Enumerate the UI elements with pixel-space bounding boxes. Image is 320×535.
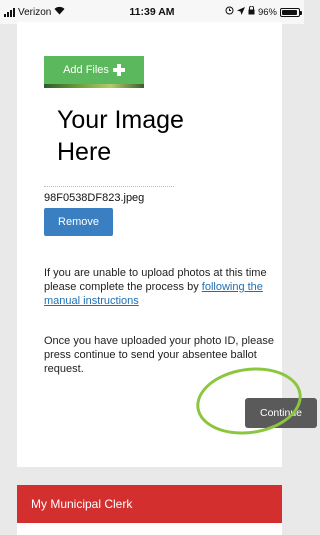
battery-percent: 96% [257, 6, 277, 18]
cutoff-text [39, 22, 259, 28]
status-bar: Verizon 11:39 AM 96% [0, 0, 304, 24]
image-placeholder-line2: Here [57, 138, 112, 166]
image-placeholder-line1: Your Image [57, 106, 184, 134]
plus-icon [112, 64, 125, 76]
uploaded-file-name: 98F0538DF823.jpeg [44, 192, 145, 204]
file-name-ghost [44, 186, 174, 190]
unable-to-upload-text: If you are unable to upload photos at th… [44, 266, 274, 308]
location-icon [236, 6, 245, 18]
lock-rotation-icon [248, 5, 255, 18]
add-files-label: Add Files [63, 64, 109, 76]
municipal-clerk-header[interactable]: My Municipal Clerk [17, 485, 282, 523]
image-placeholder: Your Image Here [57, 104, 237, 168]
clerk-card-body [17, 523, 282, 535]
remove-button[interactable]: Remove [44, 208, 113, 236]
image-thumbnail-strip [44, 84, 144, 88]
add-files-button[interactable]: Add Files [44, 56, 144, 84]
battery-icon [280, 7, 302, 17]
alarm-icon [225, 6, 234, 18]
status-right: 96% [225, 5, 302, 18]
